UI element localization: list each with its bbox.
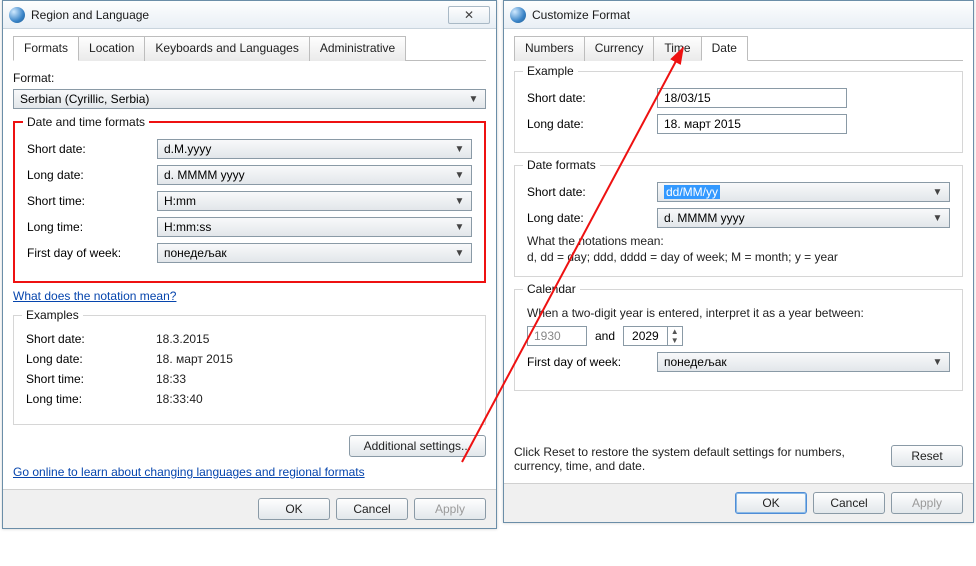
- globe-icon: [9, 7, 25, 23]
- df-long-date-label: Long date:: [527, 211, 657, 225]
- customize-titlebar: Customize Format: [504, 1, 973, 29]
- long-time-label: Long time:: [27, 220, 157, 234]
- example-group: Example Short date: 18/03/15 Long date: …: [514, 71, 963, 153]
- ex-short-date-value: 18.3.2015: [156, 332, 473, 346]
- year-to-spinner[interactable]: 2029 ▲▼: [623, 326, 683, 346]
- chevron-down-icon: ▼: [466, 94, 481, 105]
- chevron-down-icon: ▼: [452, 196, 467, 207]
- reset-note: Click Reset to restore the system defaul…: [514, 445, 879, 473]
- short-time-select[interactable]: H:mm▼: [157, 191, 472, 211]
- reset-button[interactable]: Reset: [891, 445, 963, 467]
- year-from: 1930: [527, 326, 587, 346]
- df-long-date-select[interactable]: d. MMMM yyyy▼: [657, 208, 950, 228]
- online-link[interactable]: Go online to learn about changing langua…: [13, 465, 365, 479]
- customize-title: Customize Format: [532, 8, 967, 22]
- ex2-short-date-label: Short date:: [527, 91, 657, 105]
- ex-long-date-label: Long date:: [26, 352, 156, 366]
- first-day-label: First day of week:: [27, 246, 157, 260]
- example-title: Example: [523, 64, 578, 78]
- cancel-button[interactable]: Cancel: [813, 492, 885, 514]
- region-footer: OK Cancel Apply: [3, 489, 496, 528]
- format-value: Serbian (Cyrillic, Serbia): [20, 92, 149, 106]
- ex2-long-date-value: 18. март 2015: [657, 114, 847, 134]
- tab-currency[interactable]: Currency: [584, 36, 655, 61]
- close-button[interactable]: ✕: [448, 6, 490, 24]
- globe-icon: [510, 7, 526, 23]
- cal-first-day-select[interactable]: понедељак▼: [657, 352, 950, 372]
- format-select[interactable]: Serbian (Cyrillic, Serbia) ▼: [13, 89, 486, 109]
- tab-numbers[interactable]: Numbers: [514, 36, 585, 61]
- chevron-down-icon: ▼: [452, 170, 467, 181]
- calendar-sentence: When a two-digit year is entered, interp…: [527, 306, 950, 320]
- region-tabstrip: Formats Location Keyboards and Languages…: [13, 35, 486, 61]
- tab-date[interactable]: Date: [701, 36, 748, 61]
- ok-button[interactable]: OK: [735, 492, 807, 514]
- tab-formats[interactable]: Formats: [13, 36, 79, 61]
- chevron-down-icon: ▼: [930, 357, 945, 368]
- long-time-select[interactable]: H:mm:ss▼: [157, 217, 472, 237]
- df-short-date-label: Short date:: [527, 185, 657, 199]
- ex2-long-date-label: Long date:: [527, 117, 657, 131]
- spin-up-icon[interactable]: ▲: [668, 327, 682, 336]
- ok-button[interactable]: OK: [258, 498, 330, 520]
- apply-button[interactable]: Apply: [414, 498, 486, 520]
- date-time-formats-group: Date and time formats Short date: d.M.yy…: [13, 121, 486, 283]
- ex-short-time-label: Short time:: [26, 372, 156, 386]
- region-title: Region and Language: [31, 8, 442, 22]
- long-date-select[interactable]: d. MMMM yyyy▼: [157, 165, 472, 185]
- spin-down-icon[interactable]: ▼: [668, 336, 682, 345]
- group-title: Date and time formats: [23, 115, 149, 129]
- and-label: and: [595, 329, 615, 343]
- ex-long-time-value: 18:33:40: [156, 392, 473, 406]
- examples-group: Examples Short date:18.3.2015 Long date:…: [13, 315, 486, 425]
- ex-long-date-value: 18. март 2015: [156, 352, 473, 366]
- long-date-label: Long date:: [27, 168, 157, 182]
- notation-link[interactable]: What does the notation mean?: [13, 289, 176, 303]
- notation-heading: What the notations mean:: [527, 234, 950, 248]
- date-formats-group: Date formats Short date: dd/MM/yy▼ Long …: [514, 165, 963, 277]
- customize-tabstrip: Numbers Currency Time Date: [514, 35, 963, 61]
- chevron-down-icon: ▼: [452, 222, 467, 233]
- apply-button[interactable]: Apply: [891, 492, 963, 514]
- chevron-down-icon: ▼: [452, 144, 467, 155]
- df-short-date-select[interactable]: dd/MM/yy▼: [657, 182, 950, 202]
- ex2-short-date-value: 18/03/15: [657, 88, 847, 108]
- ex-short-time-value: 18:33: [156, 372, 473, 386]
- year-to-value: 2029: [624, 327, 667, 345]
- tab-administrative[interactable]: Administrative: [309, 36, 406, 61]
- chevron-down-icon: ▼: [930, 213, 945, 224]
- region-titlebar: Region and Language ✕: [3, 1, 496, 29]
- first-day-select[interactable]: понедељак▼: [157, 243, 472, 263]
- calendar-title: Calendar: [523, 282, 580, 296]
- tab-location[interactable]: Location: [78, 36, 145, 61]
- chevron-down-icon: ▼: [452, 248, 467, 259]
- tab-keyboards[interactable]: Keyboards and Languages: [144, 36, 309, 61]
- ex-short-date-label: Short date:: [26, 332, 156, 346]
- cancel-button[interactable]: Cancel: [336, 498, 408, 520]
- chevron-down-icon: ▼: [930, 187, 945, 198]
- short-time-label: Short time:: [27, 194, 157, 208]
- examples-title: Examples: [22, 308, 83, 322]
- ex-long-time-label: Long time:: [26, 392, 156, 406]
- short-date-select[interactable]: d.M.yyyy▼: [157, 139, 472, 159]
- tab-time[interactable]: Time: [653, 36, 701, 61]
- calendar-group: Calendar When a two-digit year is entere…: [514, 289, 963, 391]
- short-date-label: Short date:: [27, 142, 157, 156]
- notation-body: d, dd = day; ddd, dddd = day of week; M …: [527, 250, 950, 264]
- additional-settings-button[interactable]: Additional settings...: [349, 435, 486, 457]
- date-formats-title: Date formats: [523, 158, 600, 172]
- cal-first-day-label: First day of week:: [527, 355, 657, 369]
- customize-footer: OK Cancel Apply: [504, 483, 973, 522]
- format-label: Format:: [13, 71, 486, 85]
